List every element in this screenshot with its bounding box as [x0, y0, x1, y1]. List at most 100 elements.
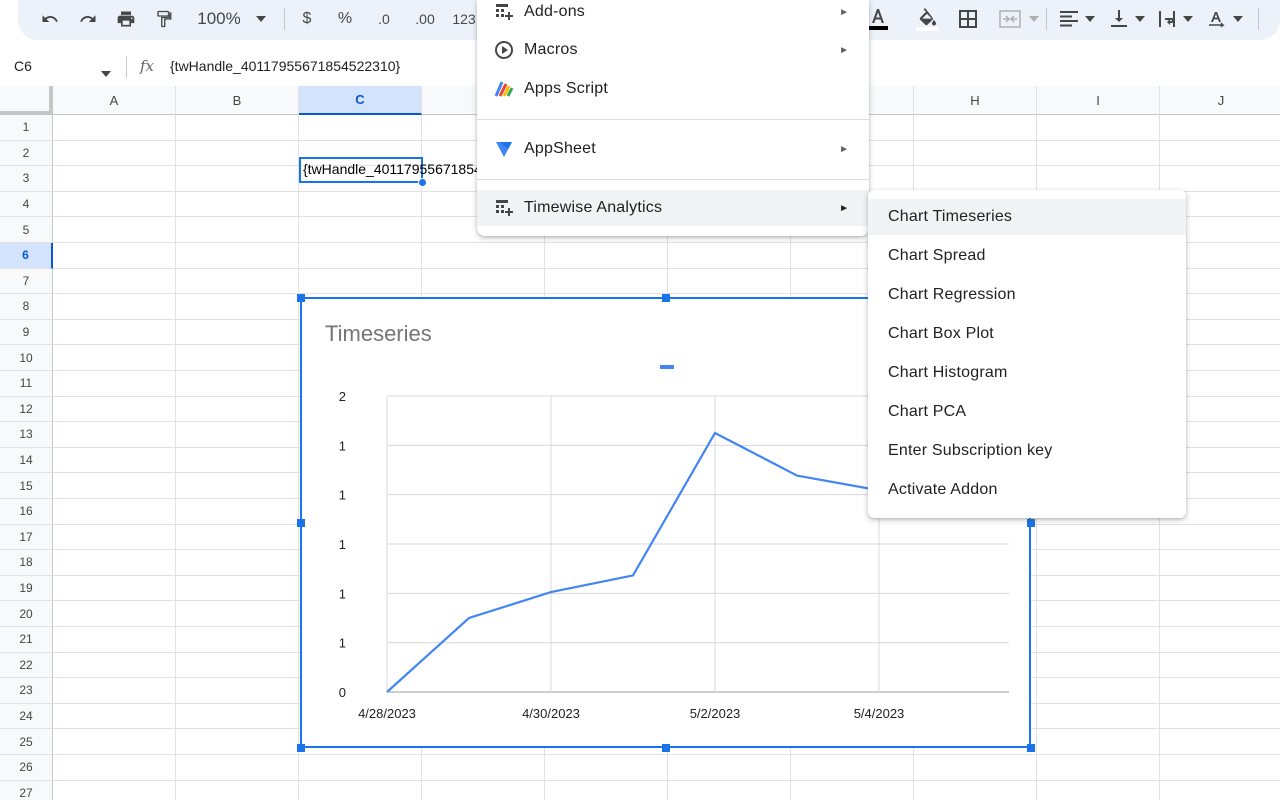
menu-item-add-ons[interactable]: Add-ons ► [477, 0, 869, 30]
submenu-item-chart-spread[interactable]: Chart Spread [868, 238, 1186, 274]
fill-color-icon[interactable] [914, 6, 940, 32]
menu-item-timewise-analytics[interactable]: Timewise Analytics ► [477, 190, 869, 226]
menu-item-macros[interactable]: Macros ► [477, 32, 869, 68]
horizontal-align-icon[interactable] [1058, 6, 1080, 32]
toolbar-divider-3 [1258, 8, 1259, 30]
row-header-15[interactable]: 15 [0, 473, 53, 499]
y-tick-label: 0 [339, 685, 346, 700]
chart-resize-handle-w[interactable] [297, 519, 305, 527]
macros-icon [493, 39, 515, 61]
undo-icon[interactable] [38, 6, 62, 32]
row-header-23[interactable]: 23 [0, 678, 53, 704]
paint-format-icon[interactable] [152, 6, 176, 32]
formula-input[interactable]: {twHandle_40117955671854522310} [170, 58, 400, 74]
row-header-26[interactable]: 26 [0, 755, 53, 781]
row-header-12[interactable]: 12 [0, 396, 53, 423]
row-header-27[interactable]: 27 [0, 780, 53, 800]
row-header-11[interactable]: 11 [0, 371, 53, 397]
row-header-19[interactable]: 19 [0, 575, 53, 602]
number-format-button[interactable]: 123 [450, 6, 478, 32]
column-header-a[interactable]: A [53, 86, 176, 115]
row-header-3[interactable]: 3 [0, 166, 53, 192]
submenu-arrow-icon: ► [839, 6, 849, 18]
chart-resize-handle-n[interactable] [662, 294, 670, 302]
submenu-arrow-icon: ► [839, 44, 849, 56]
rotation-dropdown-icon[interactable] [1232, 6, 1244, 32]
row-header-18[interactable]: 18 [0, 550, 53, 576]
y-tick-label: 1 [339, 636, 346, 651]
submenu-item-label: Chart PCA [888, 403, 967, 420]
percent-format-button[interactable]: % [335, 6, 355, 32]
valign-dropdown-icon[interactable] [1134, 6, 1146, 32]
align-dropdown-icon[interactable] [1084, 6, 1096, 32]
fill-handle[interactable] [418, 178, 427, 187]
zoom-select[interactable]: 100% [194, 6, 244, 32]
timewise-analytics-submenu: Chart Timeseries Chart Spread Chart Regr… [868, 190, 1186, 518]
menu-item-add-ons-label: Add-ons [524, 3, 585, 20]
currency-format-button[interactable]: $ [298, 6, 316, 32]
select-all-corner[interactable] [0, 86, 53, 115]
submenu-item-chart-regression[interactable]: Chart Regression [868, 277, 1186, 313]
row-header-21[interactable]: 21 [0, 627, 53, 653]
x-tick-label: 5/4/2023 [854, 706, 905, 721]
submenu-item-chart-timeseries[interactable]: Chart Timeseries [868, 199, 1186, 235]
chart-resize-handle-nw[interactable] [297, 294, 305, 302]
column-header-i[interactable]: I [1037, 86, 1160, 115]
row-header-6[interactable]: 6 [0, 243, 53, 269]
chart-resize-handle-sw[interactable] [297, 744, 305, 752]
row-header-22[interactable]: 22 [0, 652, 53, 679]
name-box-dropdown-icon[interactable] [101, 64, 111, 82]
vertical-align-icon[interactable] [1108, 6, 1130, 32]
chart-resize-handle-se[interactable] [1027, 744, 1035, 752]
submenu-item-activate-addon[interactable]: Activate Addon [868, 472, 1186, 508]
x-tick-label: 5/2/2023 [690, 706, 741, 721]
submenu-item-label: Enter Subscription key [888, 442, 1053, 459]
submenu-item-chart-histogram[interactable]: Chart Histogram [868, 355, 1186, 391]
row-header-24[interactable]: 24 [0, 703, 53, 730]
menu-item-apps-script[interactable]: Apps Script [477, 71, 869, 107]
apps-script-icon [493, 78, 515, 100]
submenu-item-chart-pca[interactable]: Chart PCA [868, 394, 1186, 430]
submenu-item-chart-box-plot[interactable]: Chart Box Plot [868, 316, 1186, 352]
row-header-16[interactable]: 16 [0, 499, 53, 525]
x-tick-label: 4/28/2023 [358, 706, 416, 721]
toolbar-divider-2 [1046, 8, 1047, 30]
row-header-1[interactable]: 1 [0, 115, 53, 141]
row-header-7[interactable]: 7 [0, 268, 53, 295]
row-header-14[interactable]: 14 [0, 447, 53, 474]
borders-icon[interactable] [956, 6, 980, 32]
row-header-13[interactable]: 13 [0, 422, 53, 448]
submenu-item-enter-subscription-key[interactable]: Enter Subscription key [868, 433, 1186, 469]
row-header-8[interactable]: 8 [0, 294, 53, 320]
column-header-c[interactable]: C [299, 86, 422, 115]
increase-decimal-button[interactable]: .00 [411, 6, 439, 32]
row-header-10[interactable]: 10 [0, 345, 53, 371]
chart-resize-handle-s[interactable] [662, 744, 670, 752]
text-wrap-icon[interactable] [1156, 6, 1178, 32]
column-header-h[interactable]: H [914, 86, 1037, 115]
legend-swatch [660, 365, 674, 369]
text-rotation-icon[interactable] [1206, 6, 1228, 32]
row-header-17[interactable]: 17 [0, 524, 53, 551]
row-header-9[interactable]: 9 [0, 319, 53, 346]
formula-bar-divider [126, 56, 127, 78]
row-header-25[interactable]: 25 [0, 729, 53, 755]
redo-icon[interactable] [76, 6, 100, 32]
name-box[interactable]: C6 [14, 58, 32, 74]
row-header-4[interactable]: 4 [0, 191, 53, 218]
print-icon[interactable] [114, 6, 138, 32]
decrease-decimal-button[interactable]: .0 [372, 6, 396, 32]
chart-resize-handle-e[interactable] [1027, 519, 1035, 527]
row-header-2[interactable]: 2 [0, 140, 53, 167]
column-header-j[interactable]: J [1160, 86, 1280, 115]
row-header-5[interactable]: 5 [0, 217, 53, 243]
zoom-dropdown-icon[interactable] [254, 6, 268, 32]
merge-cells-icon[interactable] [996, 6, 1024, 32]
merge-dropdown-icon[interactable] [1028, 6, 1040, 32]
text-color-icon[interactable] [866, 6, 890, 32]
column-header-b[interactable]: B [176, 86, 299, 115]
menu-item-appsheet[interactable]: AppSheet ► [477, 131, 869, 167]
submenu-item-label: Chart Spread [888, 247, 986, 264]
row-header-20[interactable]: 20 [0, 601, 53, 627]
wrap-dropdown-icon[interactable] [1182, 6, 1194, 32]
